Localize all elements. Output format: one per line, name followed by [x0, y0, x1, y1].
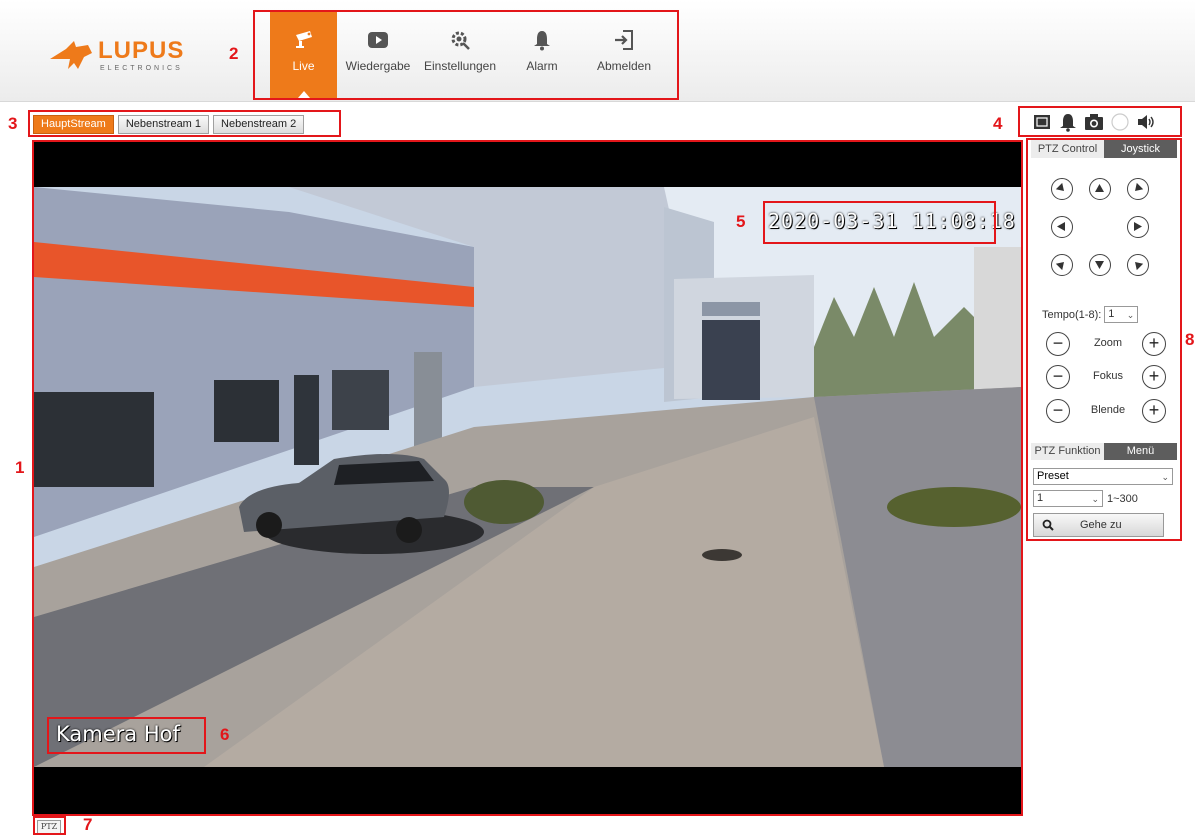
annotation-box-4: [1018, 106, 1182, 137]
annotation-box-3: [28, 110, 341, 137]
annotation-number-1: 1: [15, 458, 25, 477]
annotation-number-8: 8: [1185, 330, 1195, 349]
brand-name: LUPUS: [98, 37, 185, 64]
page: LUPUS ELECTRONICS Live Wiedergabe Einste…: [0, 0, 1195, 835]
annotation-box-5: [763, 201, 996, 244]
annotation-box-6: [47, 717, 206, 754]
annotation-number-2: 2: [229, 44, 239, 63]
annotation-box-8: [1026, 138, 1182, 541]
annotation-box-2: [253, 10, 679, 100]
annotation-number-4: 4: [993, 114, 1003, 133]
annotation-number-5: 5: [736, 212, 746, 231]
annotation-number-6: 6: [220, 725, 230, 744]
lupus-logo: LUPUS ELECTRONICS: [48, 35, 198, 81]
annotation-number-7: 7: [83, 815, 93, 834]
annotation-number-3: 3: [8, 114, 18, 133]
brand-sub: ELECTRONICS: [100, 65, 183, 72]
lupus-logo-icon: [50, 41, 92, 69]
annotation-box-7: [33, 816, 66, 835]
